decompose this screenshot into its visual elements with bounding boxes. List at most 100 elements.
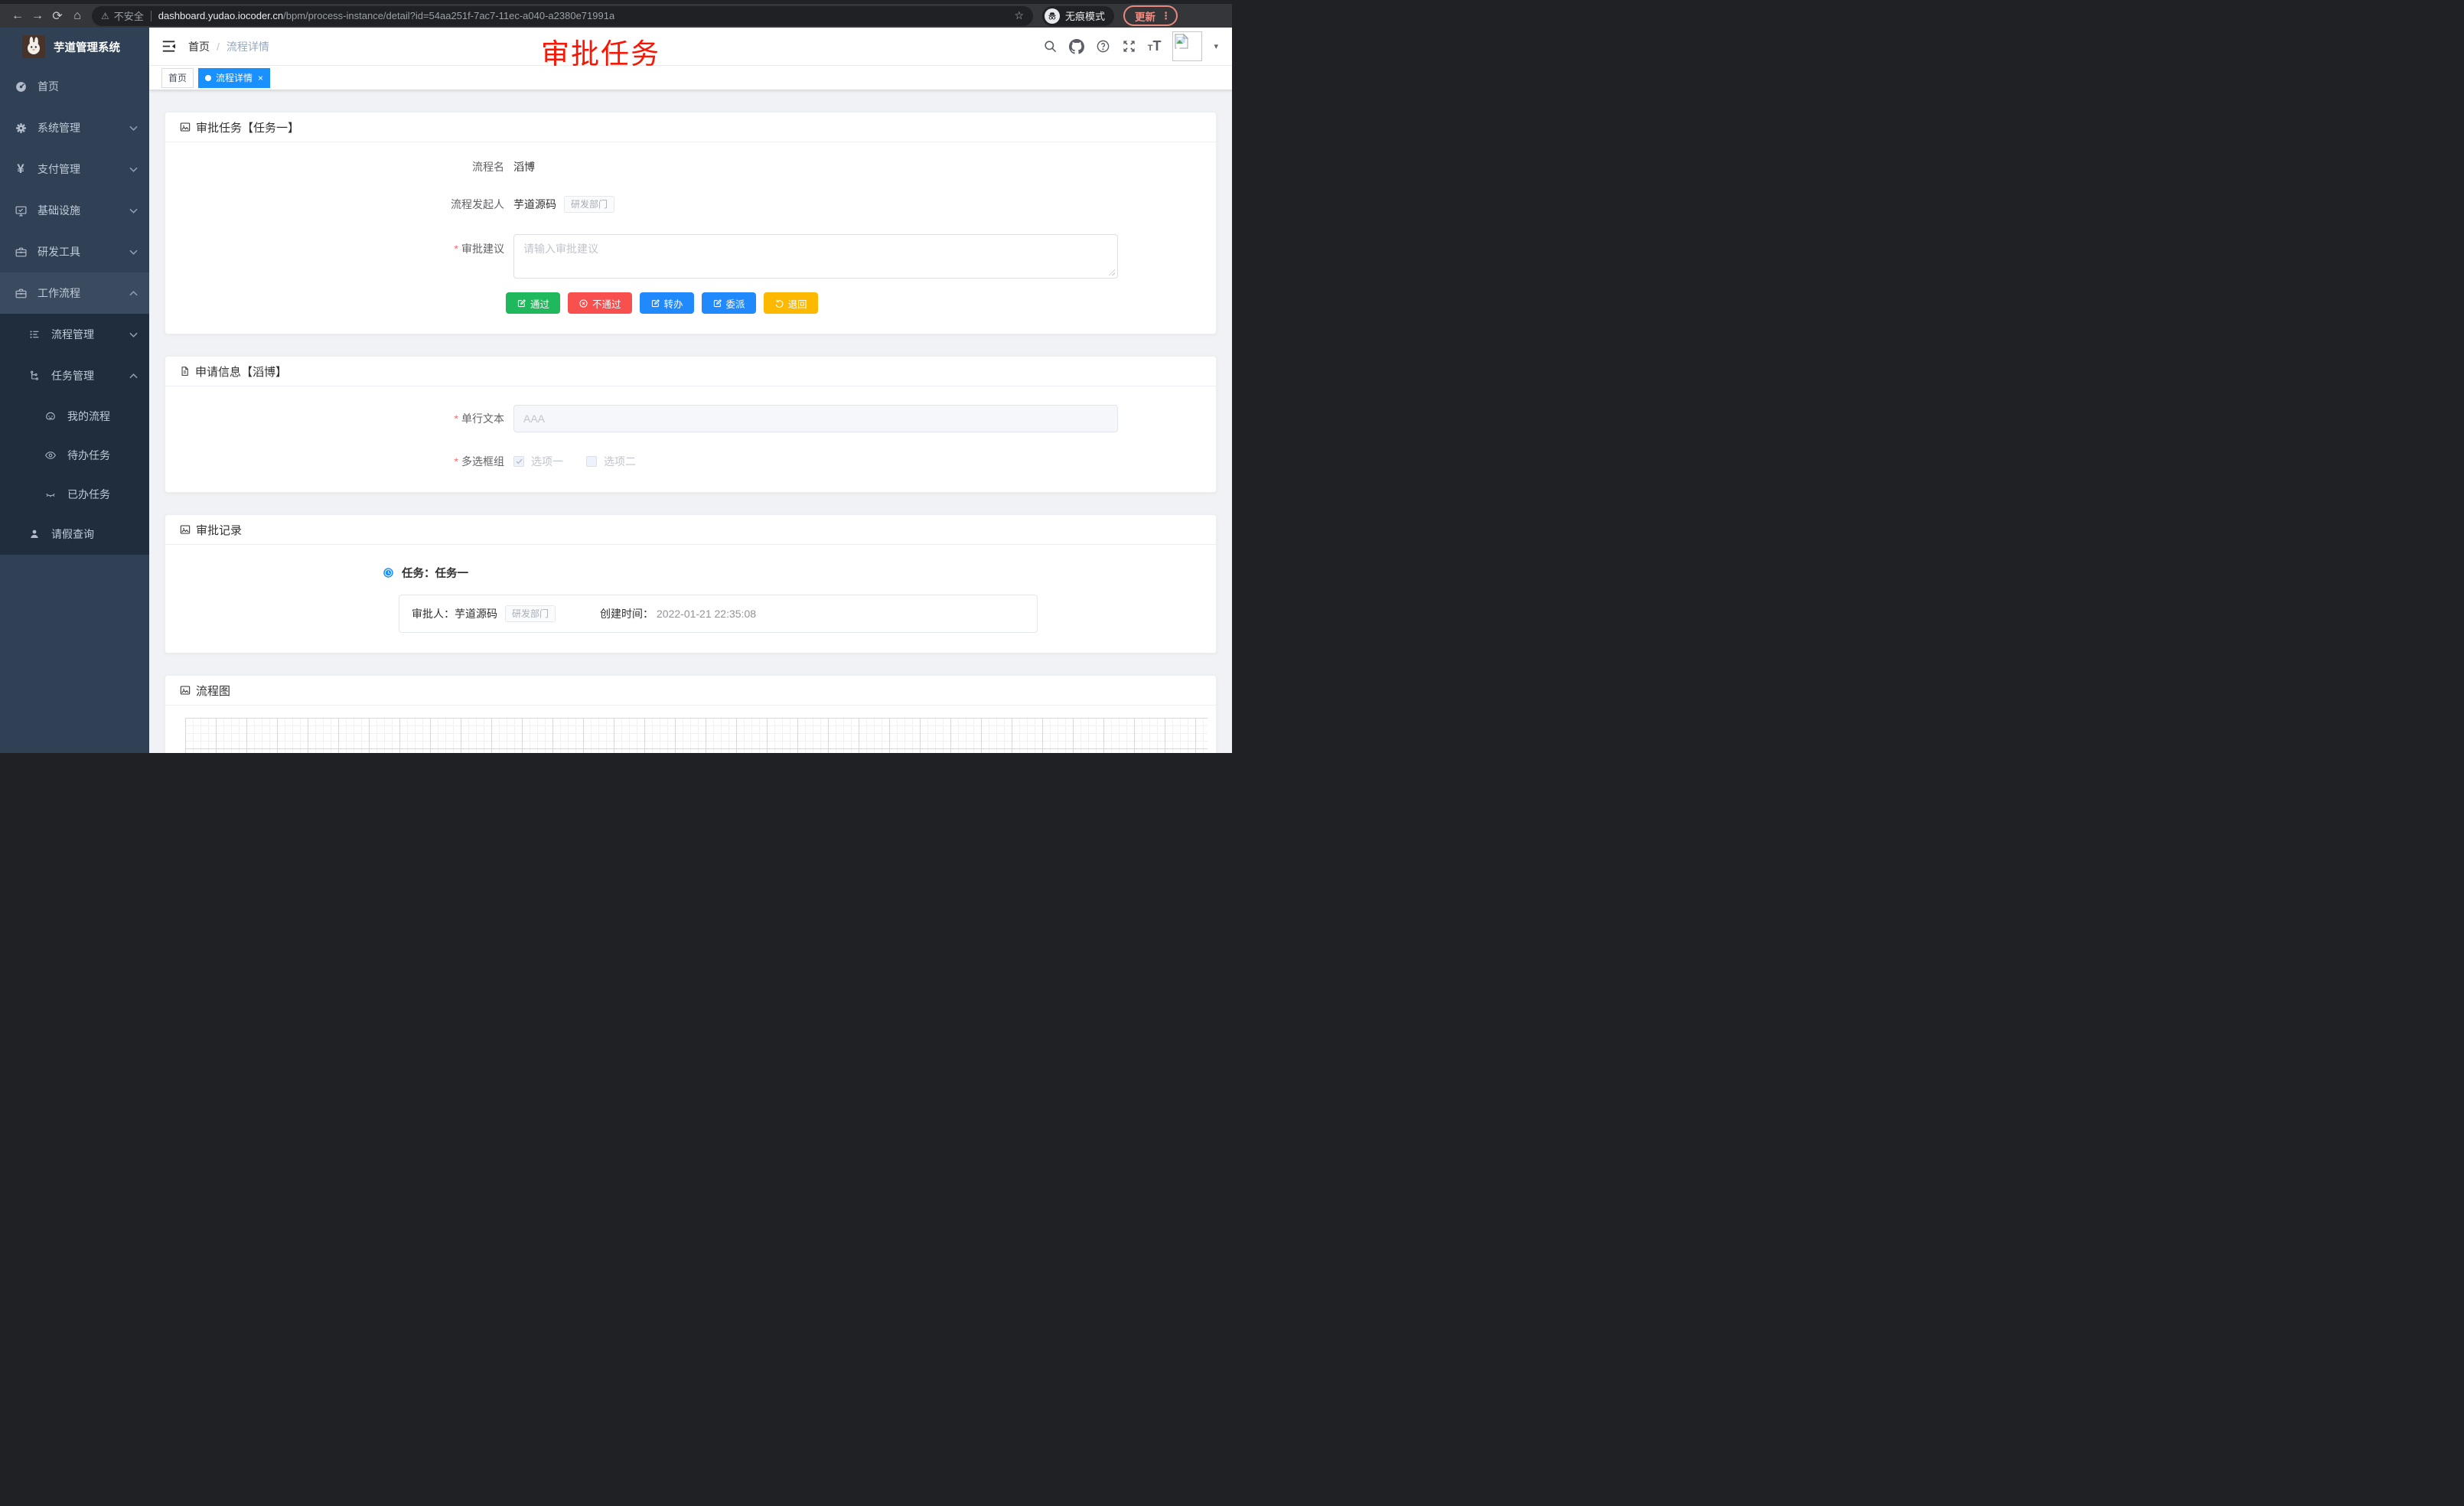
timeline-item: 任务：任务一 xyxy=(383,565,1216,581)
sidebar-item-done-tasks[interactable]: 已办任务 xyxy=(0,474,149,513)
bpmn-canvas[interactable] xyxy=(185,718,1208,753)
rotate-left-icon xyxy=(774,298,784,308)
app-title: 芋道管理系统 xyxy=(54,39,120,55)
chevron-down-icon xyxy=(129,167,138,172)
avatar[interactable] xyxy=(1172,31,1202,61)
sidebar-item-todo-tasks[interactable]: 待办任务 xyxy=(0,435,149,474)
navbar: 首页 / 流程详情 审批任务 xyxy=(149,28,1232,66)
sidebar-item-system[interactable]: 系统管理 xyxy=(0,107,149,148)
browser-menu-icon[interactable]: ⋮ xyxy=(1161,10,1171,22)
approver-value: 芋道源码 xyxy=(455,606,497,621)
address-bar[interactable]: ⚠ 不安全 dashboard.yudao.iocoder.cn/bpm/pro… xyxy=(92,6,1033,26)
form-row-suggestion: *审批建议 请输入审批建议 xyxy=(368,234,1216,279)
approve-button[interactable]: 通过 xyxy=(506,292,560,314)
forward-icon[interactable]: → xyxy=(28,9,47,23)
close-icon[interactable]: × xyxy=(258,73,263,83)
suggestion-textarea[interactable]: 请输入审批建议 xyxy=(513,234,1118,279)
tab-process-detail[interactable]: 流程详情 × xyxy=(198,68,270,88)
chevron-down-icon[interactable]: ▾ xyxy=(1214,41,1218,51)
return-button[interactable]: 退回 xyxy=(764,292,818,314)
card-title: 申请信息【滔博】 xyxy=(165,357,1216,386)
required-asterisk: * xyxy=(455,243,458,255)
sidebar-item-home[interactable]: 首页 xyxy=(0,66,149,107)
back-icon[interactable]: ← xyxy=(8,9,28,23)
sidebar-menu: 首页 系统管理 ¥ 支付管理 xyxy=(0,66,149,555)
form-row-process-name: 流程名 滔博 xyxy=(368,159,1216,174)
picture-icon xyxy=(179,523,191,536)
required-asterisk: * xyxy=(455,455,458,468)
sidebar-item-my-process[interactable]: 我的流程 xyxy=(0,396,149,435)
form-row-initiator: 流程发起人 芋道源码 研发部门 xyxy=(368,196,1216,213)
apply-info-card: 申请信息【滔博】 *单行文本 AAA *多选框组 xyxy=(165,356,1217,493)
create-time-value: 2022-01-21 22:35:08 xyxy=(657,608,756,620)
edit-icon xyxy=(650,298,660,308)
picture-icon xyxy=(179,684,191,696)
sidebar-item-leave-query[interactable]: 请假查询 xyxy=(0,513,149,555)
reload-icon[interactable]: ⟳ xyxy=(47,8,67,24)
tree-icon xyxy=(28,370,41,382)
delegate-button[interactable]: 委派 xyxy=(702,292,756,314)
checkbox-option-1: 选项一 xyxy=(513,454,563,469)
breadcrumb-separator: / xyxy=(217,41,220,53)
broken-image-icon xyxy=(1175,34,1188,49)
form-row-checkbox-group: *多选框组 选项一 选项二 xyxy=(368,454,1216,469)
sidebar-toggle-icon[interactable] xyxy=(161,40,176,53)
monitor-icon xyxy=(14,204,28,217)
fullscreen-icon[interactable] xyxy=(1122,39,1136,54)
approval-record-box: 审批人： 芋道源码 研发部门 创建时间： 2022-01-21 22:35:08 xyxy=(399,595,1038,633)
app-logo[interactable]: 芋道管理系统 xyxy=(0,28,149,66)
document-icon xyxy=(179,365,191,377)
github-icon[interactable] xyxy=(1069,39,1084,54)
reject-button[interactable]: 不通过 xyxy=(568,292,632,314)
eye-icon xyxy=(44,449,57,461)
sidebar-item-payment[interactable]: ¥ 支付管理 xyxy=(0,148,149,190)
dept-tag: 研发部门 xyxy=(505,605,556,622)
card-title: 流程图 xyxy=(165,676,1216,706)
page-content: 审批任务【任务一】 流程名 滔博 流程发起人 芋道源码 研发部门 xyxy=(149,90,1232,753)
resize-handle[interactable] xyxy=(1108,269,1115,275)
checkbox-group: 选项一 选项二 xyxy=(513,454,636,469)
sidebar-item-process-mgmt[interactable]: 流程管理 xyxy=(0,314,149,355)
flow-diagram-card: 流程图 xyxy=(165,675,1217,753)
checkbox-unchecked-icon xyxy=(586,456,597,467)
logo-image xyxy=(22,35,45,58)
breadcrumb: 首页 / 流程详情 xyxy=(188,39,269,54)
sidebar-item-task-mgmt[interactable]: 任务管理 xyxy=(0,355,149,396)
form-row-text: *单行文本 AAA xyxy=(368,405,1216,432)
sidebar-item-infrastructure[interactable]: 基础设施 xyxy=(0,190,149,231)
breadcrumb-home[interactable]: 首页 xyxy=(188,39,210,54)
approval-task-card: 审批任务【任务一】 流程名 滔博 流程发起人 芋道源码 研发部门 xyxy=(165,112,1217,334)
toolbox-icon xyxy=(14,246,28,259)
chevron-up-icon xyxy=(129,373,138,379)
incognito-label: 无痕模式 xyxy=(1065,8,1105,23)
tab-home[interactable]: 首页 xyxy=(161,68,194,88)
bookmark-star-icon[interactable]: ☆ xyxy=(1014,9,1024,22)
checkbox-option-2: 选项二 xyxy=(586,454,636,469)
browser-window: ← → ⟳ ⌂ ⚠ 不安全 dashboard.yudao.iocoder.cn… xyxy=(0,0,1232,753)
navbar-actions: TT ▾ xyxy=(1043,31,1218,61)
circle-close-icon xyxy=(579,298,588,308)
transfer-button[interactable]: 转办 xyxy=(640,292,694,314)
not-secure-icon[interactable]: ⚠ xyxy=(101,11,109,21)
edit-icon xyxy=(712,298,722,308)
approval-actions: 通过 不通过 转办 委 xyxy=(506,292,1216,314)
incognito-badge: 无痕模式 xyxy=(1042,6,1114,26)
edit-icon xyxy=(517,298,526,308)
sidebar: 芋道管理系统 首页 系统管理 ¥ xyxy=(0,28,149,753)
active-dot-icon xyxy=(205,75,211,81)
dashboard-icon xyxy=(14,80,28,93)
sidebar-item-devtools[interactable]: 研发工具 xyxy=(0,231,149,272)
search-icon[interactable] xyxy=(1043,39,1058,54)
required-asterisk: * xyxy=(455,412,458,425)
update-button[interactable]: 更新 ⋮ xyxy=(1123,5,1178,26)
home-icon[interactable]: ⌂ xyxy=(67,9,87,23)
dept-tag: 研发部门 xyxy=(564,196,614,213)
list-icon xyxy=(28,328,41,341)
sidebar-item-workflow[interactable]: 工作流程 xyxy=(0,272,149,314)
url-text: dashboard.yudao.iocoder.cn/bpm/process-i… xyxy=(158,10,614,21)
checkbox-checked-icon xyxy=(513,456,524,467)
help-icon[interactable] xyxy=(1096,39,1110,54)
chevron-down-icon xyxy=(129,126,138,131)
font-size-icon[interactable]: TT xyxy=(1148,38,1162,54)
browser-toolbar: ← → ⟳ ⌂ ⚠ 不安全 dashboard.yudao.iocoder.cn… xyxy=(0,4,1232,28)
